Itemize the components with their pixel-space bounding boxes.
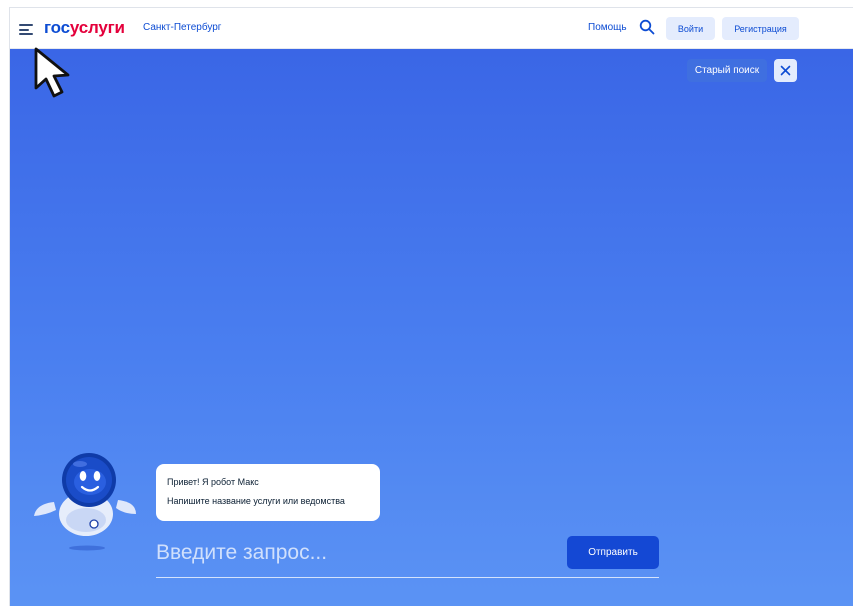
robot-hint: Напишите название услуги или ведомства: [167, 496, 345, 506]
logo-part-gos: гос: [44, 18, 70, 37]
query-input[interactable]: [156, 538, 486, 568]
old-search-button[interactable]: Старый поиск: [687, 59, 767, 82]
robot-greeting: Привет! Я робот Макс: [167, 477, 259, 487]
close-icon: [780, 65, 791, 76]
menu-icon[interactable]: [19, 24, 33, 35]
close-button[interactable]: [774, 59, 797, 82]
help-link[interactable]: Помощь: [588, 22, 627, 33]
chat-bubble: Привет! Я робот Макс Напишите название у…: [156, 464, 380, 521]
assistant-main-area: Старый поиск Привет! Я робот Макс Напиши…: [10, 49, 853, 606]
browser-viewport: госуслуги Санкт-Петербург Помощь Войти Р…: [9, 7, 853, 606]
header: госуслуги Санкт-Петербург Помощь Войти Р…: [10, 8, 853, 49]
mouse-cursor: [32, 46, 86, 100]
city-selector[interactable]: Санкт-Петербург: [143, 22, 221, 33]
query-underline: [156, 577, 659, 578]
send-button[interactable]: Отправить: [567, 536, 659, 569]
login-button[interactable]: Войти: [666, 17, 715, 40]
search-icon[interactable]: [639, 19, 655, 35]
register-button[interactable]: Регистрация: [722, 17, 799, 40]
gosuslugi-logo[interactable]: госуслуги: [44, 18, 125, 38]
logo-part-uslugi: услуги: [69, 18, 125, 37]
robot-max-avatar: [32, 442, 137, 552]
